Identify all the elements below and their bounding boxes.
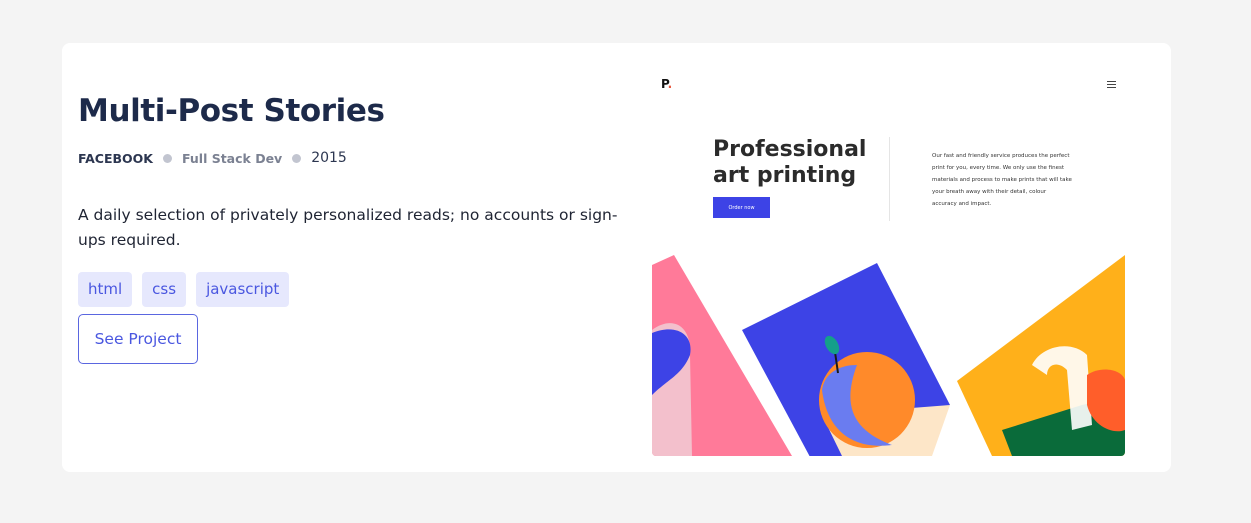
see-project-button[interactable]: See Project bbox=[78, 314, 198, 364]
preview-logo-letter: P bbox=[661, 77, 668, 91]
tag-javascript: javascript bbox=[196, 272, 290, 307]
meta-separator-dot bbox=[162, 153, 172, 163]
project-title: Multi-Post Stories bbox=[78, 93, 385, 129]
project-year: 2015 bbox=[311, 150, 347, 166]
tag-css: css bbox=[142, 272, 187, 307]
project-role: Full Stack Dev bbox=[181, 150, 283, 166]
preview-hero-title-line: Professional bbox=[713, 137, 867, 162]
project-preview-image: P. Professional art printing Order now O… bbox=[652, 65, 1125, 456]
preview-hero-text: Our fast and friendly service produces t… bbox=[932, 153, 1072, 207]
meta-separator-dot bbox=[292, 153, 302, 163]
tag-html: html bbox=[78, 272, 133, 307]
preview-logo-dot: . bbox=[667, 77, 673, 91]
preview-hero-title-line: art printing bbox=[713, 163, 857, 188]
preview-hero-title: Professional art printing bbox=[713, 137, 866, 189]
project-meta: FACEBOOK Full Stack Dev 2015 bbox=[78, 150, 347, 166]
tech-tags: html css javascript bbox=[78, 272, 299, 307]
hamburger-menu-icon bbox=[1107, 81, 1116, 90]
preview-artwork bbox=[652, 255, 1125, 456]
project-description: A daily selection of privately personali… bbox=[78, 206, 618, 249]
preview-order-button: Order now bbox=[713, 197, 770, 218]
preview-divider bbox=[889, 137, 890, 221]
preview-logo: P. bbox=[661, 77, 672, 91]
project-client: FACEBOOK bbox=[78, 150, 153, 166]
project-card: Multi-Post Stories FACEBOOK Full Stack D… bbox=[62, 43, 1171, 472]
